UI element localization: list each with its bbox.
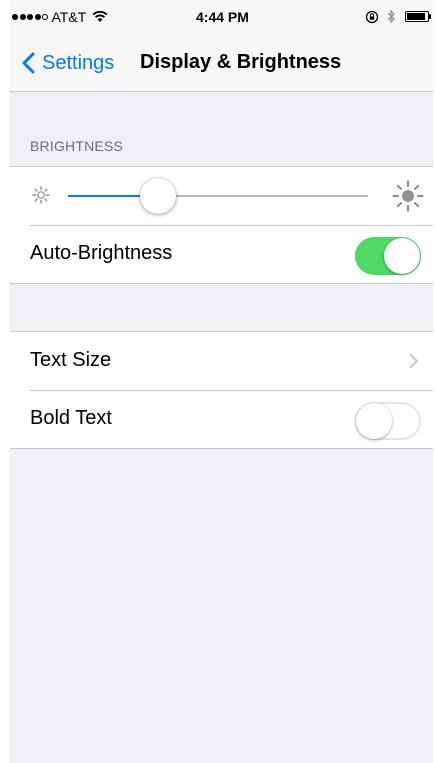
bold-text-toggle[interactable] bbox=[355, 402, 421, 440]
chevron-right-icon bbox=[410, 354, 418, 368]
wifi-icon bbox=[92, 11, 108, 22]
signal-dot bbox=[19, 14, 26, 20]
carrier-name: AT&T bbox=[51, 9, 87, 25]
bluetooth-icon bbox=[387, 9, 395, 24]
status-time: 4:44 PM bbox=[196, 9, 249, 25]
signal-dot bbox=[42, 14, 48, 20]
brightness-slider-row bbox=[10, 167, 433, 225]
brightness-slider-thumb[interactable] bbox=[140, 178, 176, 214]
status-right bbox=[365, 9, 431, 24]
brightness-slider[interactable] bbox=[68, 178, 368, 214]
page-title: Display & Brightness bbox=[140, 51, 342, 73]
status-bar: AT&T 4:44 PM bbox=[10, 0, 433, 36]
battery-icon bbox=[405, 11, 431, 22]
text-settings-group: Text Size Bold Text bbox=[10, 331, 433, 449]
chevron-left-icon bbox=[22, 52, 35, 74]
signal-strength-icon bbox=[12, 14, 50, 20]
brightness-group: Auto-Brightness bbox=[10, 166, 433, 284]
auto-brightness-toggle[interactable] bbox=[355, 237, 421, 275]
text-size-label: Text Size bbox=[30, 349, 112, 371]
back-button[interactable]: Settings bbox=[20, 51, 114, 75]
orientation-lock-icon bbox=[365, 10, 379, 23]
toggle-knob bbox=[384, 238, 420, 274]
bold-text-row: Bold Text bbox=[10, 390, 433, 448]
brightness-section-header: BRIGHTNESS bbox=[30, 138, 124, 154]
bold-text-label: Bold Text bbox=[30, 407, 112, 429]
status-left: AT&T bbox=[12, 9, 108, 25]
toggle-knob bbox=[356, 403, 392, 439]
text-size-row[interactable]: Text Size bbox=[10, 332, 433, 390]
settings-screen: AT&T 4:44 PM Settings Display & Brightne… bbox=[10, 0, 433, 763]
navigation-bar: Settings Display & Brightness bbox=[10, 36, 433, 92]
back-button-label: Settings bbox=[42, 51, 115, 74]
signal-dot bbox=[34, 14, 41, 20]
signal-dot bbox=[27, 14, 33, 20]
signal-dot bbox=[12, 14, 18, 20]
auto-brightness-label: Auto-Brightness bbox=[30, 242, 173, 264]
sun-small-icon bbox=[32, 186, 50, 204]
sun-large-icon bbox=[392, 180, 424, 212]
auto-brightness-row: Auto-Brightness bbox=[10, 225, 433, 283]
